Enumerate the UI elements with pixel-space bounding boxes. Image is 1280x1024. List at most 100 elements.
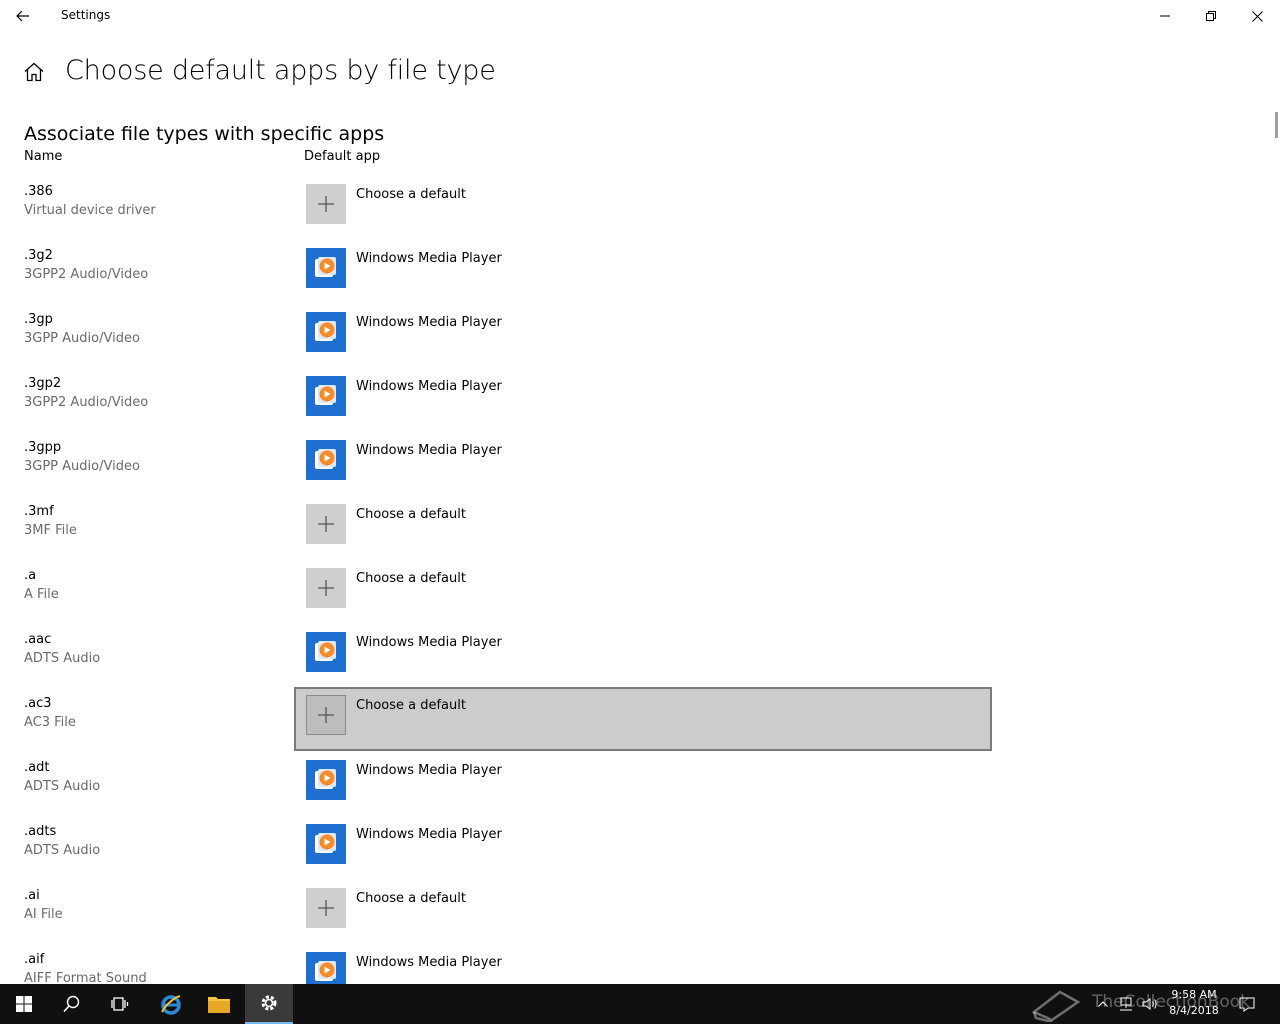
file-extension: .adt [24, 760, 50, 775]
default-app-button[interactable]: Choose a default [294, 496, 992, 560]
default-app-label: Windows Media Player [356, 251, 502, 266]
default-app-button[interactable]: Windows Media Player [294, 240, 992, 304]
default-app-button[interactable]: Choose a default [294, 176, 992, 240]
file-type-row: .adt ADTS Audio Windows Media Player [0, 752, 1270, 816]
windows-media-player-icon [306, 824, 346, 864]
file-description: A File [24, 587, 59, 602]
file-type-row: .aif AIFF Format Sound Windows Media Playe… [0, 944, 1270, 984]
default-app-button[interactable]: Choose a default [294, 880, 992, 944]
column-header-default-app: Default app [304, 149, 381, 164]
file-type-row: .adts ADTS Audio Windows Media Player [0, 816, 1270, 880]
back-arrow-icon [16, 10, 29, 22]
default-app-label: Windows Media Player [356, 443, 502, 458]
show-hidden-icons-button[interactable] [1092, 984, 1114, 1024]
file-description: AIFF Format Sound [24, 971, 147, 984]
network-icon [1120, 997, 1132, 1011]
file-extension: .3gp [24, 312, 53, 327]
clock[interactable]: 9:58 AM 8/4/2018 [1160, 987, 1228, 1019]
file-extension: .3gpp [24, 440, 62, 455]
minimize-button[interactable] [1142, 0, 1188, 32]
task-view-button[interactable] [96, 984, 144, 1024]
default-app-button[interactable]: Windows Media Player [294, 432, 992, 496]
file-type-row: .3mf 3MF File Choose a default [0, 496, 1270, 560]
file-type-row: .ac3 AC3 File Choose a default [0, 687, 1270, 752]
file-description: 3GPP2 Audio/Video [24, 267, 149, 282]
file-description: 3MF File [24, 523, 77, 538]
default-app-button[interactable]: Choose a default [294, 560, 992, 624]
book-icon [1031, 990, 1081, 1022]
default-app-button[interactable]: Windows Media Player [294, 944, 992, 984]
title-bar: Settings [0, 0, 1280, 32]
window-title: Settings [61, 8, 111, 22]
volume-tray-button[interactable] [1138, 984, 1162, 1024]
file-type-row: .3gpp 3GPP Audio/Video Windows Media Playe… [0, 432, 1270, 496]
internet-explorer-button[interactable] [147, 984, 195, 1024]
file-extension: .aac [24, 632, 52, 647]
windows-logo-icon [16, 996, 32, 1012]
default-app-label: Choose a default [356, 698, 466, 713]
file-description: AI File [24, 907, 63, 922]
default-app-label: Windows Media Player [356, 827, 502, 842]
file-type-row: .ai AI File Choose a default [0, 880, 1270, 944]
file-description: ADTS Audio [24, 651, 101, 666]
default-app-button[interactable]: Windows Media Player [294, 304, 992, 368]
file-description: 3GPP Audio/Video [24, 459, 140, 474]
file-extension: .ac3 [24, 696, 52, 711]
action-center-button[interactable] [1234, 984, 1260, 1024]
default-app-button[interactable]: Choose a default [294, 687, 992, 751]
back-button[interactable] [0, 0, 46, 32]
file-type-row: .a A File Choose a default [0, 560, 1270, 624]
clock-time: 9:58 AM [1171, 988, 1217, 1001]
plus-icon [306, 888, 346, 928]
settings-taskbar-button[interactable] [245, 984, 293, 1024]
plus-icon [306, 184, 346, 224]
default-app-label: Windows Media Player [356, 379, 502, 394]
file-type-row: .3gp2 3GPP2 Audio/Video Windows Media Play… [0, 368, 1270, 432]
plus-icon [306, 695, 346, 735]
start-button[interactable] [0, 984, 48, 1024]
file-extension: .a [24, 568, 37, 583]
file-extension: .386 [24, 184, 53, 199]
windows-media-player-icon [306, 440, 346, 480]
file-description: AC3 File [24, 715, 76, 730]
default-app-button[interactable]: Windows Media Player [294, 752, 992, 816]
home-icon[interactable] [22, 60, 46, 84]
default-app-button[interactable]: Windows Media Player [294, 368, 992, 432]
folder-icon [208, 997, 230, 1013]
file-explorer-button[interactable] [195, 984, 243, 1024]
scrollbar-thumb[interactable] [1275, 112, 1278, 138]
default-app-label: Choose a default [356, 571, 466, 586]
windows-media-player-icon [306, 312, 346, 352]
taskbar: TheCollectionBook 9:58 AM 8/4/2018 [0, 984, 1280, 1024]
network-tray-button[interactable] [1114, 984, 1138, 1024]
file-type-row: .3gp 3GPP Audio/Video Windows Media Player [0, 304, 1270, 368]
speaker-icon [1142, 998, 1157, 1010]
file-description: ADTS Audio [24, 843, 101, 858]
windows-media-player-icon [306, 952, 346, 984]
windows-media-player-icon [306, 760, 346, 800]
default-app-label: Windows Media Player [356, 315, 502, 330]
column-header-name: Name [24, 149, 63, 164]
clock-date: 8/4/2018 [1169, 1004, 1219, 1017]
close-button[interactable] [1234, 0, 1280, 32]
default-app-button[interactable]: Windows Media Player [294, 816, 992, 880]
windows-media-player-icon [306, 248, 346, 288]
file-description: 3GPP Audio/Video [24, 331, 140, 346]
file-type-row: .3g2 3GPP2 Audio/Video Windows Media Playe… [0, 240, 1270, 304]
section-title: Associate file types with specific apps [24, 123, 385, 145]
minimize-icon [1160, 15, 1170, 17]
file-type-row: .aac ADTS Audio Windows Media Player [0, 624, 1270, 688]
gear-icon [261, 995, 277, 1011]
chevron-up-icon [1098, 1001, 1108, 1007]
file-type-row: .386 Virtual device driver Choose a defaul… [0, 176, 1270, 240]
windows-media-player-icon [306, 632, 346, 672]
page-title: Choose default apps by file type [65, 55, 496, 86]
file-description: Virtual device driver [24, 203, 156, 218]
file-extension: .aif [24, 952, 45, 967]
search-button[interactable] [48, 984, 96, 1024]
file-extension: .3mf [24, 504, 54, 519]
default-app-button[interactable]: Windows Media Player [294, 624, 992, 688]
file-description: 3GPP2 Audio/Video [24, 395, 149, 410]
restore-button[interactable] [1188, 0, 1234, 32]
default-app-label: Choose a default [356, 891, 466, 906]
